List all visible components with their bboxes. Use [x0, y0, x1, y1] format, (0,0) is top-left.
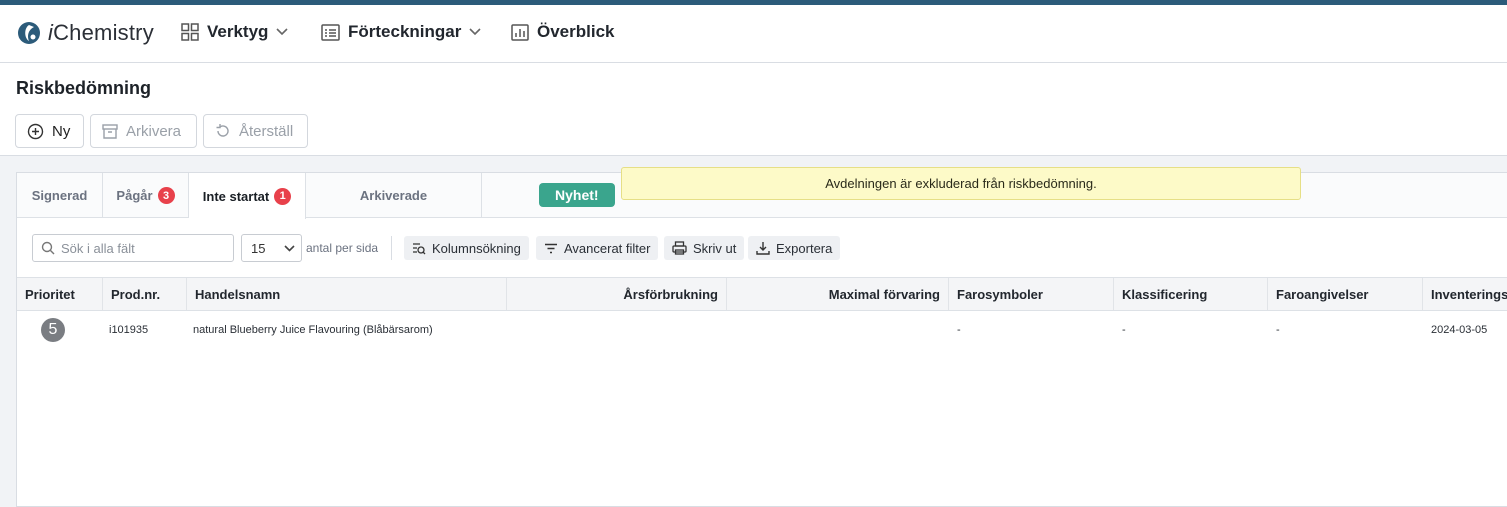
nav-forteckningar-label: Förteckningar [348, 22, 462, 41]
new-button[interactable]: Ny [15, 114, 84, 148]
plus-circle-icon [27, 123, 44, 139]
column-header-prod-nr[interactable]: Prod.nr. [103, 278, 187, 310]
column-search-icon [413, 242, 426, 254]
risk-assessment-panel: Signerad Pågår 3 Inte startat 1 Arkivera… [16, 167, 1507, 507]
trade-name-cell: natural Blueberry Juice Flavouring (Blåb… [193, 324, 433, 336]
page-header: Riskbedömning Ny Arkivera Återställ [0, 63, 1507, 156]
filter-icon [545, 243, 557, 253]
export-button[interactable]: Exportera [748, 236, 841, 260]
print-button[interactable]: Skriv ut [664, 236, 745, 260]
column-header-inventeringsdatum[interactable]: Inventeringse [1423, 278, 1507, 310]
hazard-statements-cell: - [1276, 324, 1280, 336]
chevron-down-icon [284, 244, 295, 252]
count-badge: 3 [157, 187, 175, 204]
per-page-value: 15 [251, 240, 266, 256]
per-page-select[interactable]: 15 [241, 234, 302, 262]
column-header-klassificering[interactable]: Klassificering [1114, 278, 1268, 310]
tab-label: Inte startat [202, 188, 270, 204]
new-button-label: Ny [52, 122, 71, 140]
column-search-button[interactable]: Kolumnsökning [404, 236, 529, 260]
chevron-down-icon [469, 28, 481, 36]
table-row[interactable]: 5 i101935 natural Blueberry Juice Flavou… [17, 311, 1507, 349]
archive-button[interactable]: Arkivera [90, 114, 197, 148]
tab-label: Pågår [116, 188, 153, 203]
restore-button-label: Återställ [239, 122, 294, 140]
tab-signerad[interactable]: Signerad [17, 173, 103, 218]
chevron-down-icon [276, 28, 289, 36]
column-header-maximal-forvaring[interactable]: Maximal förvaring [727, 278, 949, 310]
classification-cell: - [1122, 324, 1126, 336]
nav-verktyg[interactable]: Verktyg [181, 22, 289, 42]
page-title: Riskbedömning [16, 78, 152, 98]
exclusion-notice: Avdelningen är exkluderad från riskbedöm… [621, 167, 1301, 200]
chart-icon [511, 24, 529, 41]
column-search-label: Kolumnsökning [432, 240, 521, 256]
tab-label: Arkiverade [359, 188, 428, 203]
list-icon [321, 23, 340, 41]
annual-use-cell [507, 311, 727, 349]
prod-nr-cell: i101935 [109, 324, 149, 336]
inventory-date-cell: 2024-03-05 [1431, 324, 1488, 336]
column-header-arsforbrukning[interactable]: Årsförbrukning [507, 278, 727, 310]
news-button[interactable]: Nyhet! [539, 183, 615, 207]
nav-verktyg-label: Verktyg [207, 22, 269, 41]
printer-icon [672, 241, 687, 255]
nav-forteckningar[interactable]: Förteckningar [321, 22, 481, 42]
app-logo[interactable]: iChemistry [16, 20, 154, 46]
table-header: Prioritet Prod.nr. Handelsnamn Årsförbru… [17, 277, 1507, 311]
search-input[interactable] [61, 240, 221, 256]
status-tabs: Signerad Pågår 3 Inte startat 1 Arkivera… [17, 167, 1507, 219]
top-navbar: iChemistry Verktyg Förteckningar Överbli… [0, 5, 1507, 63]
column-header-handelsnamn[interactable]: Handelsnamn [187, 278, 507, 310]
search-field[interactable] [32, 234, 234, 262]
count-badge: 1 [274, 187, 292, 205]
advanced-filter-button[interactable]: Avancerat filter [536, 236, 659, 260]
column-header-farosymboler[interactable]: Farosymboler [949, 278, 1114, 310]
archive-button-label: Arkivera [126, 122, 182, 140]
tab-arkiverade[interactable]: Arkiverade [306, 173, 482, 218]
column-header-faroangivelser[interactable]: Faroangivelser [1268, 278, 1423, 310]
grid-icon [181, 23, 199, 41]
max-storage-cell [727, 311, 949, 349]
app-name: iChemistry [48, 20, 154, 45]
download-icon [756, 242, 770, 255]
tab-inte-startat[interactable]: Inte startat 1 [189, 173, 306, 219]
restore-button[interactable]: Återställ [203, 114, 308, 148]
ichemistry-logo-icon [18, 22, 40, 44]
priority-cell: 5 [17, 311, 103, 349]
export-label: Exportera [776, 240, 833, 256]
search-icon [41, 241, 55, 255]
per-page-label: antal per sida [306, 241, 379, 255]
toolbar-divider [391, 236, 392, 260]
table-toolbar: 15 antal per sida Kolumnsökning Avancera… [17, 219, 1507, 277]
advanced-filter-label: Avancerat filter [564, 240, 651, 256]
tab-label: Signerad [31, 188, 88, 203]
tab-pagar[interactable]: Pågår 3 [103, 173, 189, 218]
priority-badge: 5 [41, 318, 65, 342]
restore-icon [216, 124, 229, 137]
print-label: Skriv ut [693, 240, 737, 256]
nav-overblick[interactable]: Överblick [511, 22, 615, 42]
hazard-symbols-cell: - [957, 324, 961, 336]
nav-overblick-label: Överblick [537, 22, 615, 41]
archive-icon [102, 123, 118, 139]
column-header-prioritet[interactable]: Prioritet [17, 278, 103, 310]
